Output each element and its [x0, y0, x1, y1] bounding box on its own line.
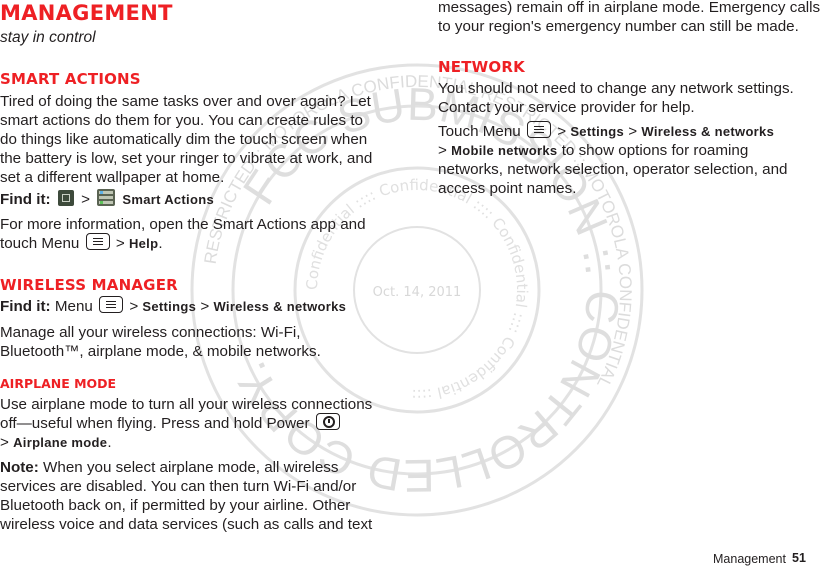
- network-body: You should not need to change any networ…: [438, 79, 794, 117]
- menu-key-icon: [526, 121, 551, 139]
- body-line: the battery is low, set your ringer to v…: [0, 150, 373, 167]
- smart-actions-app-icon: [97, 189, 116, 207]
- body-line: Manage all your wireless connections: Wi…: [0, 324, 301, 341]
- find-it-label: Find it:: [0, 191, 51, 208]
- path-mobile-networks: Mobile networks: [451, 143, 558, 158]
- path-airplane-mode: Airplane mode: [13, 435, 108, 450]
- body-line: For more information, open the Smart Act…: [0, 216, 366, 233]
- menu-key-icon: [85, 233, 110, 251]
- body-line: Contact your service provider for help.: [438, 99, 695, 116]
- body-line: touch Menu > Help.: [0, 233, 163, 252]
- smart-actions-body: Tired of doing the same tasks over and o…: [0, 92, 372, 187]
- stamp-inner-text: Confidential :::: Confidential :::: Conf…: [303, 176, 531, 404]
- body-line: > Mobile networks to show options for ro…: [438, 142, 749, 159]
- page-subtitle: stay in control: [0, 29, 96, 46]
- footer-section-label: Management: [713, 552, 786, 566]
- body-line: do things like automatically dim the tou…: [0, 131, 368, 148]
- path-wireless-networks: Wireless & networks: [641, 124, 775, 139]
- body-line: to your region's emergency number can st…: [438, 18, 799, 35]
- body-line: wireless voice and data services (such a…: [0, 516, 373, 533]
- stamp-ring-center: [353, 226, 481, 354]
- airplane-mode-body: Use airplane mode to turn all your wirel…: [0, 395, 372, 452]
- body-line: services are disabled. You can then turn…: [0, 478, 357, 495]
- body-line: access point names.: [438, 180, 577, 197]
- body-line: Touch Menu > Settings > Wireless & netwo…: [438, 121, 775, 140]
- find-it-target: Smart Actions: [122, 192, 214, 207]
- network-touch-menu: Touch Menu > Settings > Wireless & netwo…: [438, 121, 788, 198]
- stamp-date: Oct. 14, 2011: [373, 285, 462, 300]
- network-heading: NETWORK: [438, 58, 525, 76]
- airplane-mode-note: Note: When you select airplane mode, all…: [0, 458, 372, 534]
- body-line: Bluetooth back on, if permitted by your …: [0, 497, 351, 514]
- body-line: Note: When you select airplane mode, all…: [0, 459, 339, 476]
- airplane-mode-note-continued: messages) remain off in airplane mode. E…: [438, 0, 820, 36]
- smart-actions-more-info: For more information, open the Smart Act…: [0, 215, 366, 253]
- find-it-label: Find it:: [0, 298, 51, 315]
- path-settings: Settings: [570, 124, 625, 139]
- body-line: You should not need to change any networ…: [438, 80, 794, 97]
- wireless-manager-heading: WIRELESS MANAGER: [0, 276, 178, 294]
- menu-key-icon: [99, 296, 124, 314]
- body-line: smart actions do them for you. You can c…: [0, 112, 364, 129]
- smart-actions-find-it: Find it: > Smart Actions: [0, 189, 214, 209]
- apps-launcher-icon: [57, 189, 74, 206]
- body-line: off—useful when flying. Press and hold P…: [0, 413, 372, 433]
- power-key-icon: [315, 413, 340, 431]
- path-separator: >: [81, 191, 90, 208]
- airplane-mode-heading: AIRPLANE MODE: [0, 376, 117, 391]
- body-line: Tired of doing the same tasks over and o…: [0, 93, 371, 110]
- body-line: Use airplane mode to turn all your wirel…: [0, 396, 373, 413]
- body-line: networks, network selection, operator se…: [438, 161, 788, 178]
- page-number: 51: [792, 551, 806, 565]
- path-wireless-networks: Wireless & networks: [213, 299, 347, 314]
- body-line: set a different wallpaper at home.: [0, 169, 225, 186]
- body-line: messages) remain off in airplane mode. E…: [438, 0, 821, 16]
- help-target: Help: [128, 236, 159, 251]
- body-line: Bluetooth™, airplane mode, & mobile netw…: [0, 343, 321, 360]
- body-line: > Airplane mode.: [0, 434, 112, 451]
- wireless-manager-body: Manage all your wireless connections: Wi…: [0, 323, 321, 361]
- wireless-manager-find-it: Find it: Menu > Settings > Wireless & ne…: [0, 296, 347, 315]
- smart-actions-heading: SMART ACTIONS: [0, 70, 141, 88]
- note-label: Note:: [0, 459, 39, 476]
- stamp-ring-inner: [293, 166, 541, 414]
- path-settings: Settings: [142, 299, 197, 314]
- page-title: MANAGEMENT: [0, 1, 173, 25]
